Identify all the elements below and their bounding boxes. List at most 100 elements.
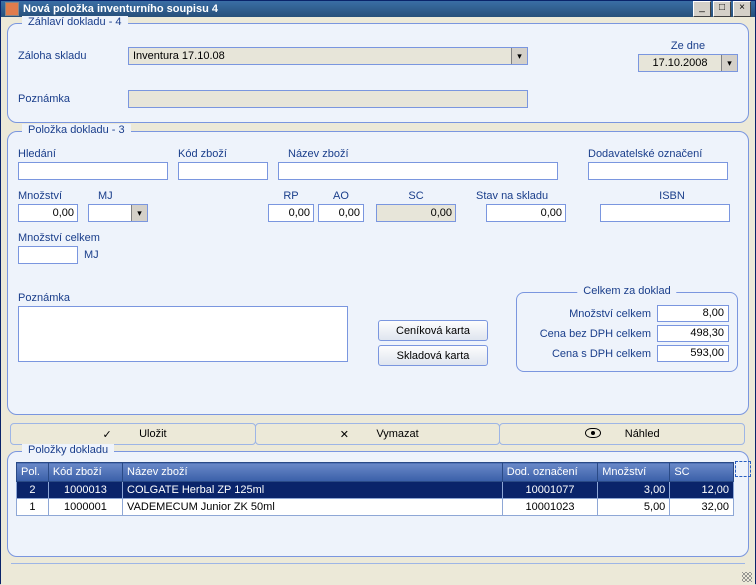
stock-input[interactable]	[486, 204, 566, 222]
item-panel: Položka dokladu - 3 Hledání Kód zboží Ná…	[7, 131, 749, 415]
cell: 1000013	[48, 482, 122, 499]
dropdown-icon[interactable]	[721, 55, 737, 71]
qty-total-label: Množství celkem	[18, 232, 118, 244]
dropdown-icon[interactable]	[511, 48, 527, 64]
items-table: Pol. Kód zboží Název zboží Dod. označení…	[16, 462, 734, 516]
mj-value	[89, 205, 131, 221]
save-label: Uložit	[139, 428, 167, 440]
col-sc[interactable]: SC	[670, 463, 734, 482]
sc-input	[376, 204, 456, 222]
cell: COLGATE Herbal ZP 125ml	[123, 482, 503, 499]
isbn-input[interactable]	[600, 204, 730, 222]
titlebar: Nová položka inventurního soupisu 4 _ □ …	[1, 1, 755, 17]
stock-card-button[interactable]: Skladová karta	[378, 345, 488, 366]
rp-input[interactable]	[268, 204, 314, 222]
header-note-input[interactable]	[128, 90, 528, 108]
header-row-1: Záloha skladu Inventura 17.10.08 Ze dne …	[18, 40, 738, 72]
cell: 12,00	[670, 482, 734, 499]
eye-icon	[585, 428, 601, 441]
item-inputs-1	[18, 162, 738, 180]
totals-priceinc-value: 593,00	[657, 345, 729, 362]
cell: 2	[17, 482, 49, 499]
header-note-label: Poznámka	[18, 93, 128, 105]
resize-corner-highlight	[735, 461, 751, 477]
search-input[interactable]	[18, 162, 168, 180]
client-area: Záhlaví dokladu - 4 Záloha skladu Invent…	[1, 17, 755, 585]
maximize-button[interactable]: □	[713, 1, 731, 17]
qty-total-input[interactable]	[18, 246, 78, 264]
totals-legend: Celkem za doklad	[577, 285, 676, 297]
footer-bar	[11, 563, 745, 579]
col-name[interactable]: Název zboží	[123, 463, 503, 482]
items-header-row: Pol. Kód zboží Název zboží Dod. označení…	[17, 463, 734, 482]
header-row-2: Poznámka	[18, 90, 738, 108]
mj-label: MJ	[98, 190, 158, 202]
isbn-label: ISBN	[622, 190, 722, 202]
cell: 10001023	[502, 499, 597, 516]
cell: 1	[17, 499, 49, 516]
preview-label: Náhled	[625, 428, 660, 440]
col-pol[interactable]: Pol.	[17, 463, 49, 482]
date-label: Ze dne	[638, 40, 738, 52]
save-button[interactable]: ✓ Uložit	[10, 423, 256, 445]
cell: VADEMECUM Junior ZK 50ml	[123, 499, 503, 516]
storage-backup-select[interactable]: Inventura 17.10.08	[128, 47, 528, 65]
totals-priceex-label: Cena bez DPH celkem	[540, 328, 651, 340]
cell: 3,00	[598, 482, 670, 499]
window: Nová položka inventurního soupisu 4 _ □ …	[0, 0, 756, 584]
close-button[interactable]: ×	[733, 1, 751, 17]
date-select[interactable]: 17.10.2008	[638, 54, 738, 72]
name-label: Název zboží	[288, 148, 558, 160]
app-icon	[5, 2, 19, 16]
action-bar: ✓ Uložit ✕ Vymazat Náhled	[11, 423, 745, 445]
qty-label: Množství	[18, 190, 88, 202]
resize-grip[interactable]	[742, 572, 752, 582]
code-input[interactable]	[178, 162, 268, 180]
clear-label: Vymazat	[376, 428, 418, 440]
storage-backup-label: Záloha skladu	[18, 50, 128, 62]
preview-button[interactable]: Náhled	[499, 423, 745, 445]
stock-label: Stav na skladu	[476, 190, 576, 202]
col-qty[interactable]: Množství	[598, 463, 670, 482]
name-input[interactable]	[278, 162, 558, 180]
item-note-label: Poznámka	[18, 292, 348, 304]
totals-priceinc-label: Cena s DPH celkem	[552, 348, 651, 360]
mj-select[interactable]	[88, 204, 148, 222]
window-title: Nová položka inventurního soupisu 4	[23, 3, 693, 15]
cell: 32,00	[670, 499, 734, 516]
supplier-input[interactable]	[588, 162, 728, 180]
item-labels-1: Hledání Kód zboží Název zboží Dodavatels…	[18, 148, 738, 160]
code-label: Kód zboží	[178, 148, 278, 160]
totals-priceex-value: 498,30	[657, 325, 729, 342]
search-label: Hledání	[18, 148, 168, 160]
item-inputs-2	[18, 204, 738, 222]
ao-label: AO	[316, 190, 366, 202]
item-bottom: Poznámka Ceníková karta Skladová karta C…	[18, 292, 738, 372]
header-panel: Záhlaví dokladu - 4 Záloha skladu Invent…	[7, 23, 749, 123]
col-code[interactable]: Kód zboží	[48, 463, 122, 482]
table-row[interactable]: 21000013COLGATE Herbal ZP 125ml100010773…	[17, 482, 734, 499]
x-icon: ✕	[336, 428, 352, 441]
totals-box: Celkem za doklad Množství celkem 8,00 Ce…	[516, 292, 738, 372]
item-note-input[interactable]	[18, 306, 348, 362]
date-value: 17.10.2008	[639, 55, 721, 71]
item-legend: Položka dokladu - 3	[22, 124, 131, 136]
header-legend: Záhlaví dokladu - 4	[22, 16, 128, 28]
ao-input[interactable]	[318, 204, 364, 222]
cell: 5,00	[598, 499, 670, 516]
items-legend: Položky dokladu	[22, 444, 114, 456]
cell: 1000001	[48, 499, 122, 516]
totals-qty-label: Množství celkem	[569, 308, 651, 320]
items-panel: Položky dokladu Pol. Kód zboží Název zbo…	[7, 451, 749, 557]
price-card-button[interactable]: Ceníková karta	[378, 320, 488, 341]
clear-button[interactable]: ✕ Vymazat	[255, 423, 501, 445]
sc-label: SC	[376, 190, 456, 202]
table-row[interactable]: 11000001VADEMECUM Junior ZK 50ml10001023…	[17, 499, 734, 516]
dropdown-icon[interactable]	[131, 205, 147, 221]
col-supplier[interactable]: Dod. označení	[502, 463, 597, 482]
item-inputs-3: MJ	[18, 246, 738, 264]
qty-input[interactable]	[18, 204, 78, 222]
check-icon: ✓	[99, 428, 115, 441]
qty-total-mj: MJ	[84, 249, 99, 261]
minimize-button[interactable]: _	[693, 1, 711, 17]
